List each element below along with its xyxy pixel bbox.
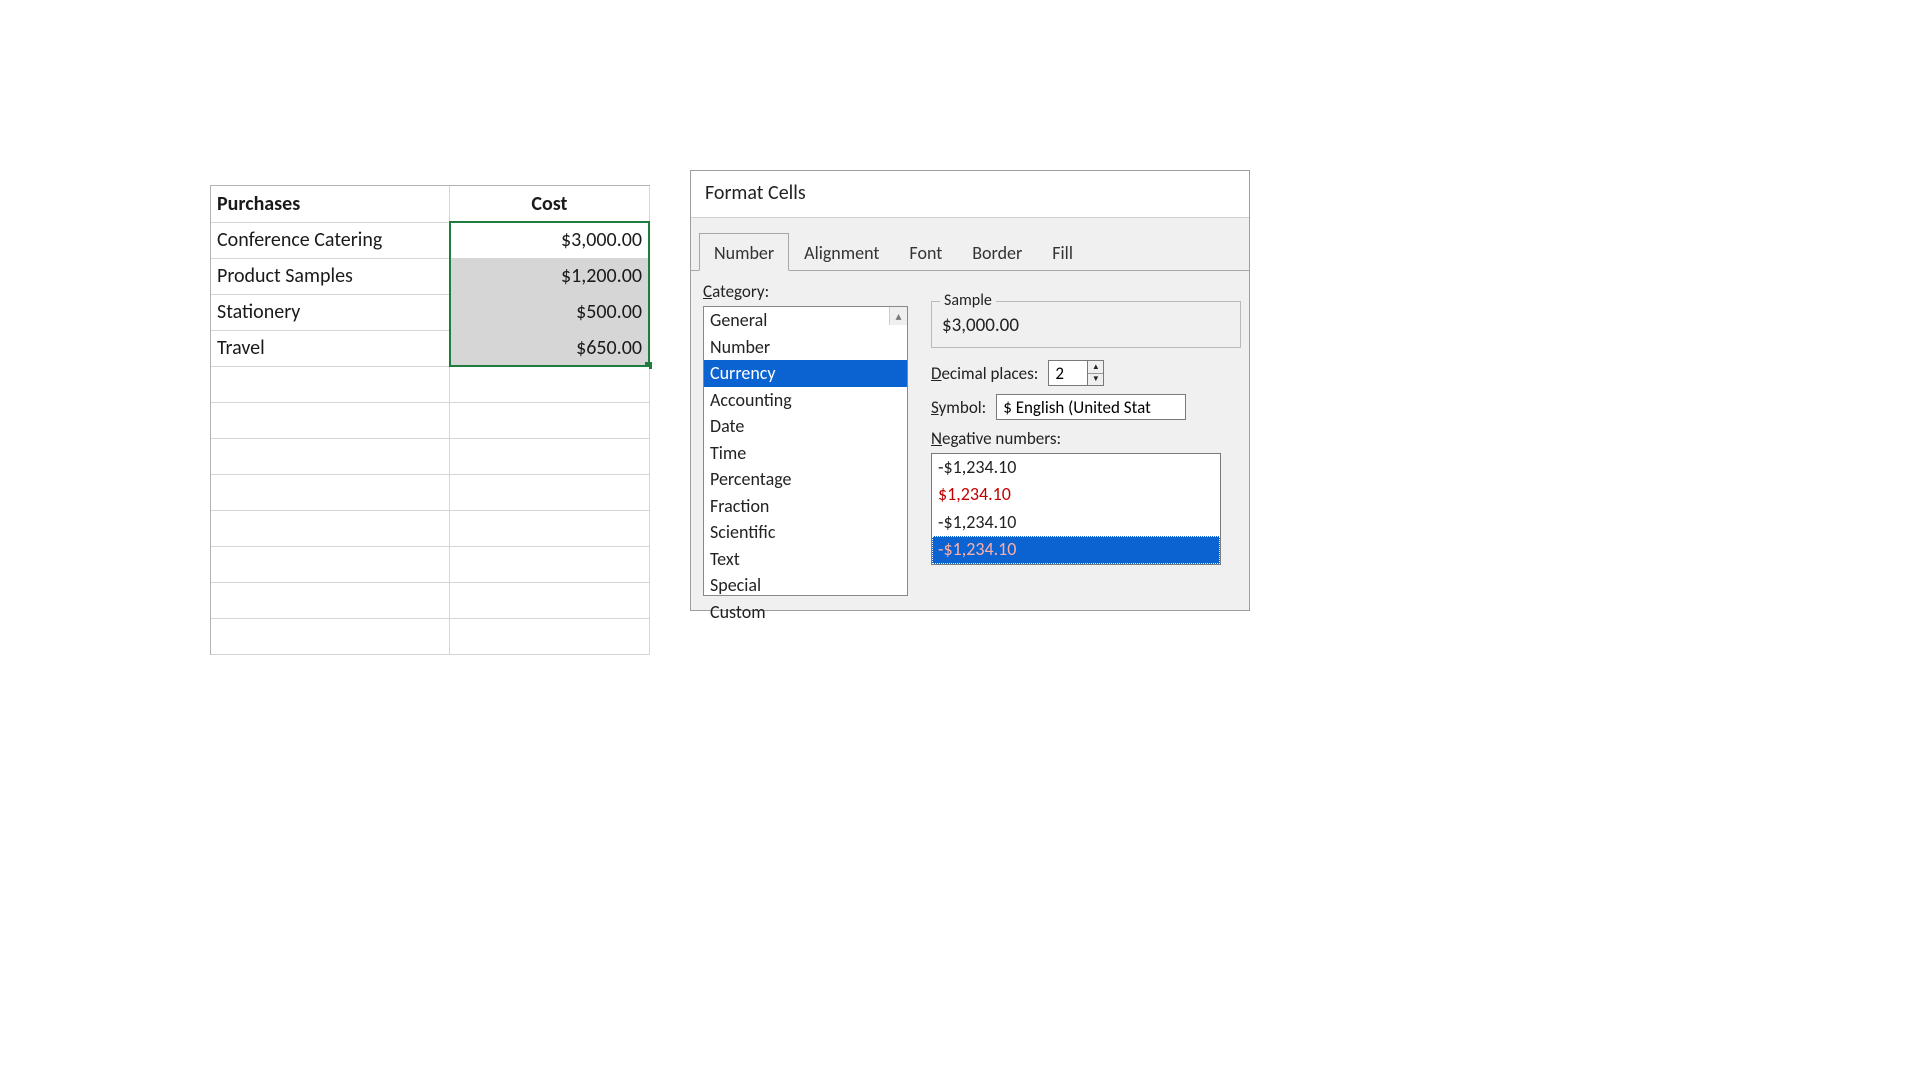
cell-blank[interactable] (211, 546, 450, 582)
dialog-title: Format Cells (691, 171, 1249, 218)
cell-blank[interactable] (211, 402, 450, 438)
category-listbox[interactable]: ▴ General Number Currency Accounting Dat… (703, 306, 908, 596)
category-special[interactable]: Special (704, 572, 907, 599)
neg-option-2[interactable]: $1,234.10 (932, 481, 1220, 508)
category-text[interactable]: Text (704, 546, 907, 573)
negative-numbers-listbox[interactable]: -$1,234.10 $1,234.10 -$1,234.10 -$1,234.… (931, 453, 1221, 565)
neg-option-1[interactable]: -$1,234.10 (932, 454, 1220, 481)
tab-number-panel: Category: ▴ General Number Currency Acco… (691, 270, 1249, 610)
cell-a2[interactable]: Conference Catering (211, 222, 450, 258)
cell-blank[interactable] (450, 366, 649, 402)
accel-n: N (931, 428, 942, 449)
category-currency[interactable]: Currency (704, 360, 907, 387)
category-custom[interactable]: Custom (704, 599, 907, 626)
symbol-label-rest: ymbol: (939, 397, 987, 418)
category-scientific[interactable]: Scientific (704, 519, 907, 546)
tab-fill[interactable]: Fill (1037, 233, 1088, 271)
accel-s: S (931, 397, 939, 418)
header-purchases[interactable]: Purchases (211, 186, 450, 222)
tab-border[interactable]: Border (957, 233, 1037, 271)
cell-blank[interactable] (211, 582, 450, 618)
category-number[interactable]: Number (704, 334, 907, 361)
scroll-up-icon[interactable]: ▴ (889, 307, 907, 325)
neg-label-rest: egative numbers: (942, 428, 1061, 449)
cell-blank[interactable] (211, 438, 450, 474)
worksheet-grid[interactable]: Purchases Cost Conference Catering $3,00… (210, 185, 650, 655)
category-accounting[interactable]: Accounting (704, 387, 907, 414)
neg-option-3[interactable]: -$1,234.10 (932, 509, 1220, 536)
category-fraction[interactable]: Fraction (704, 493, 907, 520)
tab-alignment[interactable]: Alignment (789, 233, 894, 271)
cell-blank[interactable] (211, 366, 450, 402)
cell-blank[interactable] (211, 474, 450, 510)
tab-number[interactable]: Number (699, 233, 789, 271)
format-cells-dialog: Format Cells Number Alignment Font Borde… (690, 170, 1250, 611)
cell-b5-selected[interactable]: $650.00 (450, 330, 649, 366)
cell-b3-selected[interactable]: $1,200.00 (450, 258, 649, 294)
category-percentage[interactable]: Percentage (704, 466, 907, 493)
symbol-label: Symbol: (931, 397, 986, 418)
cell-a5[interactable]: Travel (211, 330, 450, 366)
dialog-tabstrip: Number Alignment Font Border Fill (691, 232, 1249, 270)
symbol-dropdown[interactable] (996, 394, 1186, 420)
category-date[interactable]: Date (704, 413, 907, 440)
spin-down-icon[interactable]: ▼ (1088, 374, 1103, 386)
cell-b2-selected-active[interactable]: $3,000.00 (450, 222, 649, 258)
cell-b4-selected[interactable]: $500.00 (450, 294, 649, 330)
cell-a4[interactable]: Stationery (211, 294, 450, 330)
sample-value: $3,000.00 (942, 310, 1230, 337)
spin-up-icon[interactable]: ▲ (1088, 361, 1103, 374)
cell-blank[interactable] (450, 438, 649, 474)
cell-blank[interactable] (211, 618, 450, 654)
header-cost[interactable]: Cost (450, 186, 649, 222)
cell-a3[interactable]: Product Samples (211, 258, 450, 294)
decimal-places-label: Decimal places: (931, 363, 1038, 384)
cell-blank[interactable] (211, 510, 450, 546)
cell-blank[interactable] (450, 582, 649, 618)
cell-blank[interactable] (450, 474, 649, 510)
decimal-places-spinner[interactable]: ▲ ▼ (1048, 360, 1104, 386)
category-label-rest: ategory: (712, 281, 769, 302)
category-time[interactable]: Time (704, 440, 907, 467)
cell-blank[interactable] (450, 402, 649, 438)
sample-group: Sample $3,000.00 (931, 301, 1241, 348)
cell-blank[interactable] (450, 510, 649, 546)
cell-blank[interactable] (450, 618, 649, 654)
accel-d: D (931, 363, 941, 384)
sample-label: Sample (940, 291, 996, 310)
cell-blank[interactable] (450, 546, 649, 582)
cell-b5-value: $650.00 (576, 336, 642, 360)
decimal-places-input[interactable] (1049, 361, 1087, 385)
decimal-label-rest: ecimal places: (941, 363, 1038, 384)
negative-numbers-label: Negative numbers: (931, 428, 1241, 449)
tab-font[interactable]: Font (894, 233, 957, 271)
category-general[interactable]: General (704, 307, 907, 334)
neg-option-4[interactable]: -$1,234.10 (932, 536, 1220, 563)
accel-c: C (703, 281, 712, 302)
